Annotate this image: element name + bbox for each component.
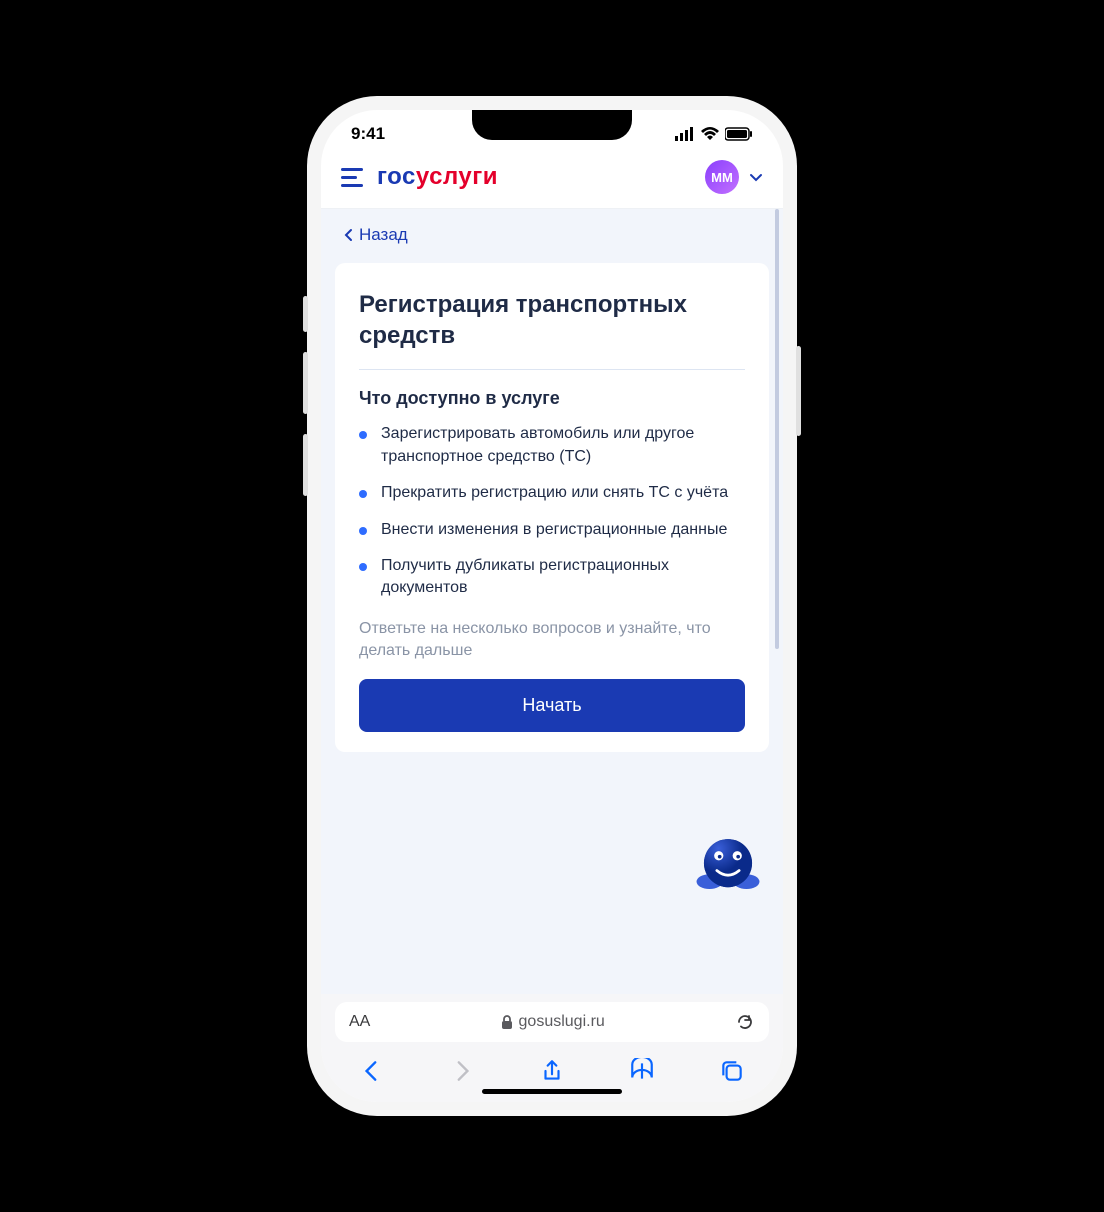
list-item: Внести изменения в регистрационные данны… (359, 519, 745, 541)
service-card: Регистрация транспортных средств Что дос… (335, 263, 769, 752)
lock-icon (501, 1015, 513, 1029)
list-item: Прекратить регистрацию или снять ТС с уч… (359, 482, 745, 504)
phone-screen: 9:41 госуслуги ММ Назад (321, 110, 783, 1102)
status-time: 9:41 (351, 124, 385, 144)
back-link[interactable]: Назад (321, 209, 783, 259)
assistant-mascot-icon[interactable] (691, 828, 765, 902)
logo-part2: услуги (416, 163, 498, 190)
font-size-control[interactable]: AA (349, 1013, 370, 1031)
wifi-icon (701, 127, 719, 141)
section-subtitle: Что доступно в услуге (359, 388, 745, 409)
browser-url-bar-container: AA gosuslugi.ru (321, 994, 783, 1048)
battery-icon (725, 127, 753, 141)
logo-part1: гос (377, 163, 416, 190)
status-icons (675, 127, 753, 141)
avatar[interactable]: ММ (705, 160, 739, 194)
home-indicator[interactable] (482, 1089, 622, 1094)
app-header: госуслуги ММ (321, 150, 783, 209)
chevron-down-icon[interactable] (749, 170, 763, 184)
back-label: Назад (359, 225, 408, 245)
phone-frame: 9:41 госуслуги ММ Назад (307, 96, 797, 1116)
url-text: gosuslugi.ru (519, 1013, 605, 1031)
scrollbar[interactable] (775, 209, 779, 649)
list-item: Зарегистрировать автомобиль или другое т… (359, 423, 745, 468)
tabs-icon[interactable] (719, 1058, 745, 1084)
start-button[interactable]: Начать (359, 679, 745, 732)
share-icon[interactable] (539, 1058, 565, 1084)
browser-forward-icon (449, 1058, 475, 1084)
url-bar[interactable]: AA gosuslugi.ru (335, 1002, 769, 1042)
menu-button[interactable] (341, 168, 363, 187)
list-item: Получить дубликаты регистрационных докум… (359, 555, 745, 600)
phone-side-buttons-left (303, 296, 308, 496)
logo[interactable]: госуслуги (377, 163, 498, 191)
bullet-list: Зарегистрировать автомобиль или другое т… (359, 423, 745, 599)
bookmarks-icon[interactable] (629, 1058, 655, 1084)
page-title: Регистрация транспортных средств (359, 289, 745, 370)
chevron-left-icon (343, 228, 353, 242)
phone-side-button-right (796, 346, 801, 436)
hint-text: Ответьте на несколько вопросов и узнайте… (359, 618, 745, 663)
reload-icon[interactable] (735, 1012, 755, 1032)
phone-notch (472, 110, 632, 140)
cellular-icon (675, 127, 695, 141)
content-area: Назад Регистрация транспортных средств Ч… (321, 209, 783, 994)
browser-back-icon[interactable] (359, 1058, 385, 1084)
